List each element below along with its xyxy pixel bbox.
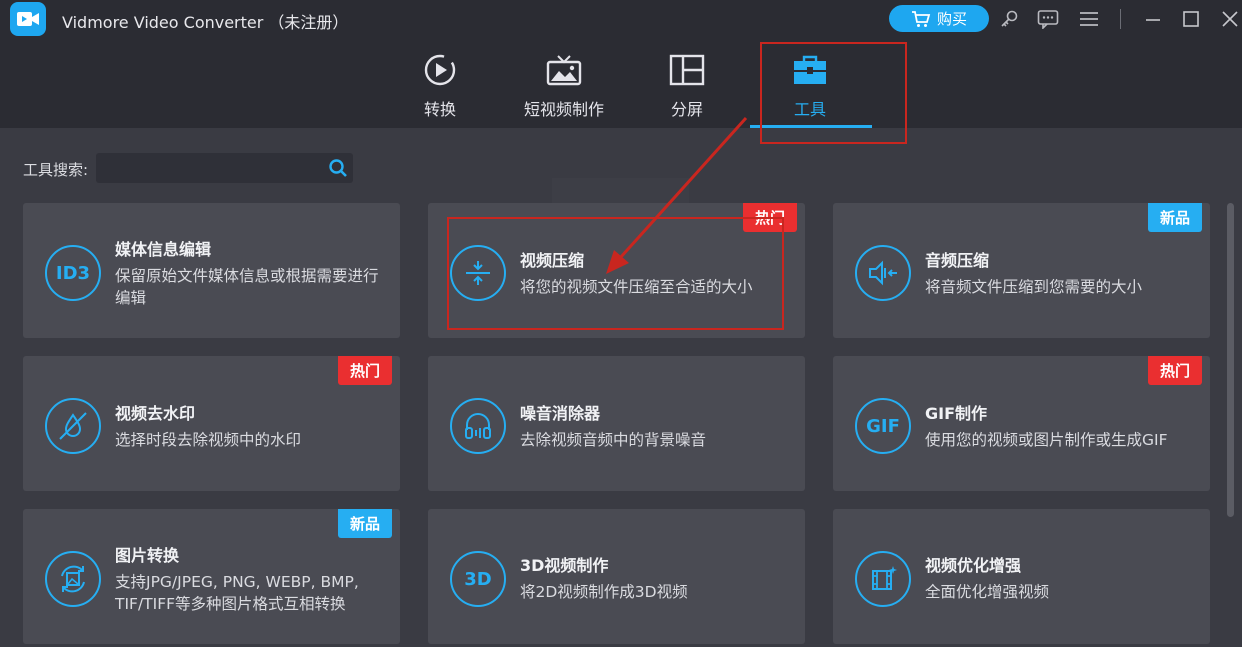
search-icon[interactable] — [328, 158, 348, 178]
audio-compress-icon — [855, 245, 911, 301]
key-icon[interactable] — [998, 8, 1020, 30]
tooltip-shadow — [552, 178, 689, 204]
id3-icon: ID3 — [45, 245, 101, 301]
image-convert-icon — [45, 551, 101, 607]
feedback-icon[interactable] — [1037, 8, 1059, 30]
tool-description: 保留原始文件媒体信息或根据需要进行编辑 — [115, 267, 379, 307]
tool-description: 支持JPG/JPEG, PNG, WEBP, BMP, TIF/TIFF等多种图… — [115, 573, 359, 613]
tool-title: 图片转换 — [115, 546, 180, 565]
menu-icon[interactable] — [1078, 8, 1100, 30]
tool-card-image-converter[interactable]: 图片转换 支持JPG/JPEG, PNG, WEBP, BMP, TIF/TIF… — [23, 509, 400, 644]
app-logo-icon — [10, 2, 46, 36]
new-badge: 新品 — [337, 509, 392, 538]
gif-icon: GIF — [855, 398, 911, 454]
tab-collage[interactable]: 分屏 — [627, 52, 747, 128]
tool-card-media-metadata[interactable]: ID3 媒体信息编辑 保留原始文件媒体信息或根据需要进行编辑 — [23, 203, 400, 338]
tool-card-video-enhancer[interactable]: 视频优化增强 全面优化增强视频 — [833, 509, 1210, 644]
tool-title: 3D视频制作 — [520, 556, 609, 575]
mv-icon — [546, 52, 582, 88]
tool-card-watermark-remover[interactable]: 视频去水印 选择时段去除视频中的水印 热门 — [23, 356, 400, 491]
tab-convert[interactable]: 转换 — [380, 52, 500, 128]
app-title: Vidmore Video Converter （未注册） — [62, 13, 349, 32]
tool-title: 媒体信息编辑 — [115, 240, 212, 259]
buy-button[interactable]: 购买 — [889, 5, 989, 32]
tool-title: 视频优化增强 — [925, 556, 1022, 575]
tab-convert-label: 转换 — [423, 100, 456, 119]
tool-description: 全面优化增强视频 — [925, 583, 1050, 601]
3d-icon: 3D — [450, 551, 506, 607]
search-label: 工具搜索: — [23, 161, 89, 179]
scrollbar[interactable] — [1227, 203, 1234, 517]
tool-card-audio-compressor[interactable]: 音频压缩 将音频文件压缩到您需要的大小 新品 — [833, 203, 1210, 338]
cart-icon — [911, 10, 931, 27]
tool-card-gif-maker[interactable]: GIF GIF制作 使用您的视频或图片制作或生成GIF 热门 — [833, 356, 1210, 491]
tool-description: 选择时段去除视频中的水印 — [115, 431, 302, 449]
hot-badge: 热门 — [337, 356, 392, 385]
new-badge: 新品 — [1147, 203, 1202, 232]
tool-card-3d-maker[interactable]: 3D 3D视频制作 将2D视频制作成3D视频 — [428, 509, 805, 644]
convert-icon — [422, 52, 458, 88]
tool-title: 视频去水印 — [115, 404, 196, 423]
watermark-remove-icon — [45, 398, 101, 454]
minimize-icon[interactable] — [1142, 8, 1164, 30]
title-bar: Vidmore Video Converter （未注册） 购买 — [0, 0, 1242, 38]
buy-label: 购买 — [936, 10, 967, 28]
tool-title: 音频压缩 — [925, 251, 990, 270]
main-navigation: 转换 短视频制作 分屏 工具 — [0, 38, 1242, 128]
collage-icon — [669, 52, 705, 88]
hot-badge: 热门 — [1147, 356, 1202, 385]
tab-mv-label: 短视频制作 — [523, 100, 604, 119]
tool-title: GIF制作 — [925, 404, 988, 423]
tool-description: 将音频文件压缩到您需要的大小 — [925, 278, 1143, 296]
annotation-box-toolbox — [760, 42, 907, 144]
enhance-film-icon — [855, 551, 911, 607]
tool-title: 噪音消除器 — [520, 404, 601, 423]
tab-collage-label: 分屏 — [670, 100, 703, 119]
tool-card-noise-remover[interactable]: 噪音消除器 去除视频音频中的背景噪音 — [428, 356, 805, 491]
tool-description: 去除视频音频中的背景噪音 — [520, 431, 707, 449]
maximize-icon[interactable] — [1180, 8, 1202, 30]
headphones-icon — [450, 398, 506, 454]
search-input[interactable] — [96, 153, 353, 183]
annotation-box-video-compressor — [447, 217, 784, 330]
close-icon[interactable] — [1219, 8, 1241, 30]
tool-description: 使用您的视频或图片制作或生成GIF — [925, 431, 1168, 449]
window-controls-divider — [1120, 9, 1121, 29]
tab-mv[interactable]: 短视频制作 — [504, 52, 624, 128]
tool-description: 将2D视频制作成3D视频 — [520, 583, 688, 601]
